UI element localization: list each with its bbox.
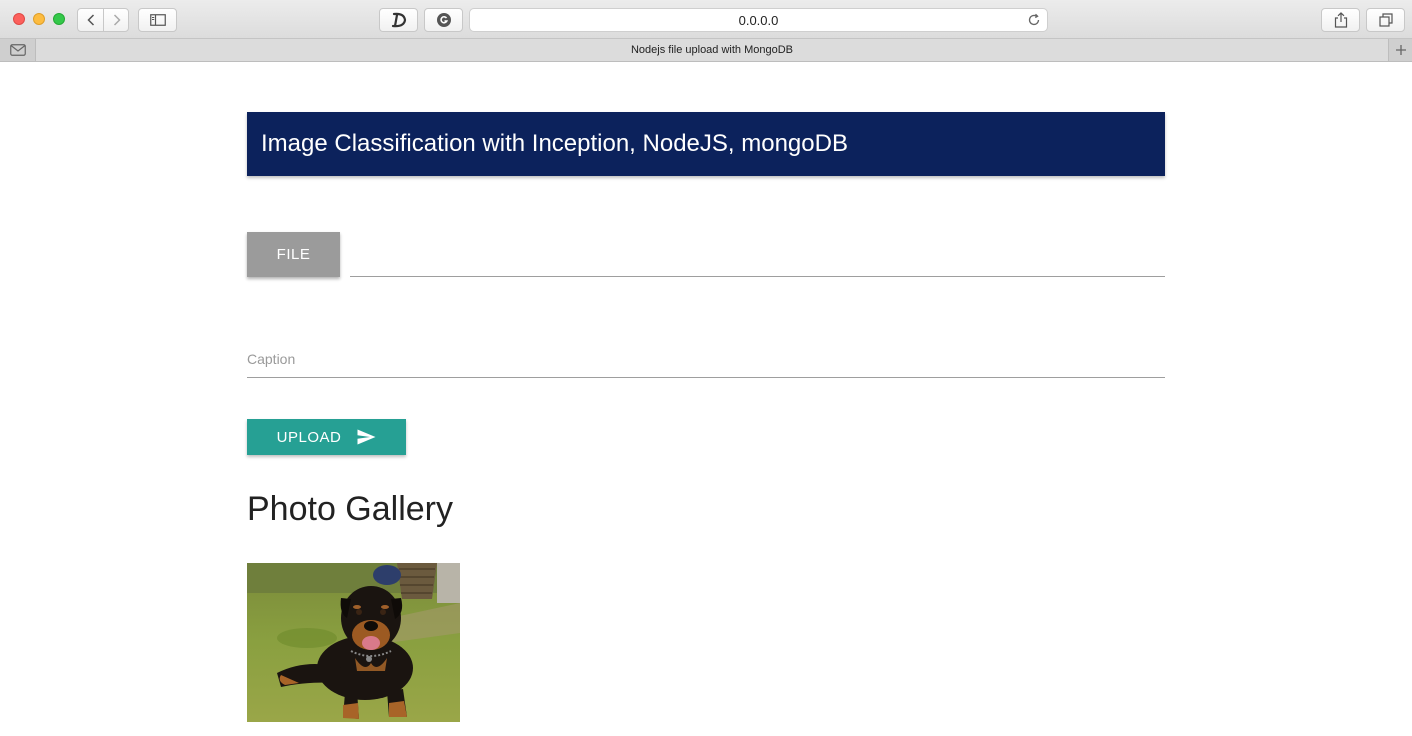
extension-d-button[interactable] [379,8,418,32]
file-path-field[interactable] [350,252,1165,277]
window-maximize-button[interactable] [53,13,65,25]
share-button[interactable] [1321,8,1360,32]
tabs-overview-icon [1378,13,1393,27]
page-title: Image Classification with Inception, Nod… [261,130,848,157]
grammarly-icon [436,13,451,27]
nav-button-group [77,8,129,32]
upload-button[interactable]: UPLOAD [247,419,406,455]
window-minimize-button[interactable] [33,13,45,25]
grammarly-extension-button[interactable] [424,8,463,32]
gallery-title: Photo Gallery [247,490,453,528]
chevron-left-icon [86,14,94,26]
mail-icon [9,44,26,56]
reload-icon[interactable] [1027,13,1041,27]
forward-button[interactable] [104,9,129,31]
sidebar-toggle-button[interactable] [138,8,177,32]
browser-toolbar: 0.0.0.0 [0,0,1412,39]
sidebar-icon [149,14,166,26]
upload-button-label: UPLOAD [276,428,342,446]
show-tabs-button[interactable] [1366,8,1405,32]
tab-bar: Nodejs file upload with MongoDB [0,39,1412,62]
caption-input[interactable] [247,340,1165,378]
url-text: 0.0.0.0 [738,12,779,28]
share-icon [1334,12,1347,28]
app-header: Image Classification with Inception, Nod… [247,112,1165,176]
tab-active[interactable]: Nodejs file upload with MongoDB [36,39,1388,61]
page-content: Image Classification with Inception, Nod… [0,62,1412,736]
file-button[interactable]: FILE [247,232,340,277]
chevron-right-icon [113,14,121,26]
window-close-button[interactable] [13,13,25,25]
plus-icon [1395,45,1406,55]
back-button[interactable] [78,9,103,31]
dog-photo-image [247,563,460,722]
gallery-photo[interactable] [247,563,460,722]
new-tab-button[interactable] [1388,39,1412,61]
extension-d-icon [391,12,406,28]
send-icon [357,429,376,445]
pinned-tab-mail[interactable] [0,39,36,61]
address-bar[interactable]: 0.0.0.0 [469,8,1048,32]
